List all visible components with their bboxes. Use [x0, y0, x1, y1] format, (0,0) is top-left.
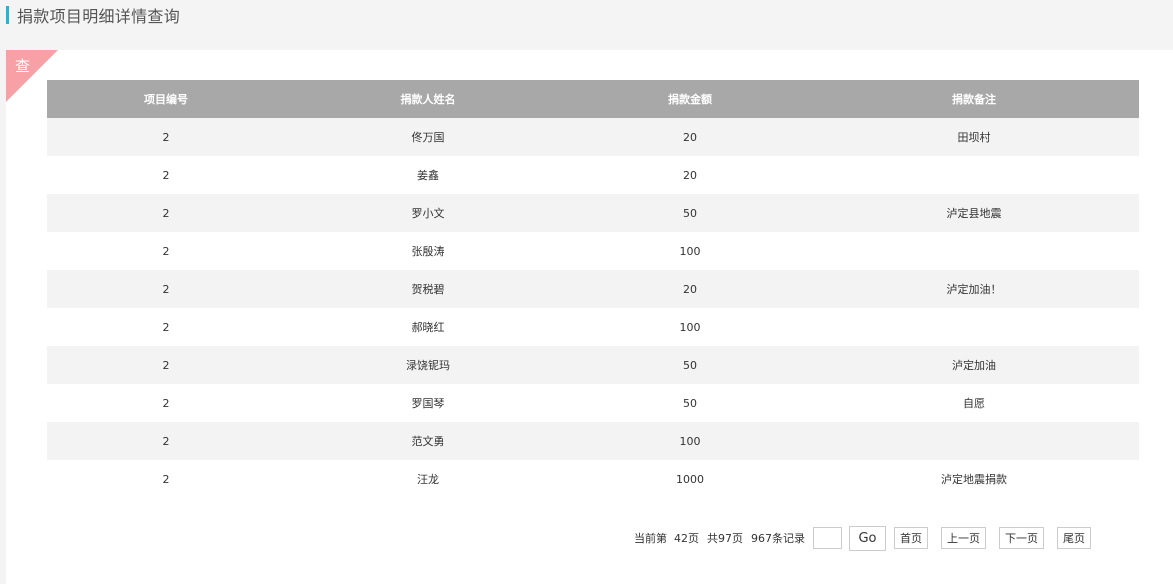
cell-amount: 100: [571, 422, 809, 460]
prev-page-button[interactable]: 上一页: [941, 527, 986, 549]
cell-note: 泸定地震捐款: [809, 460, 1139, 498]
cell-note: 泸定加油！: [809, 270, 1139, 308]
column-header-amount: 捐款金额: [571, 80, 809, 118]
cell-donor-name: 渌饶铌玛: [285, 346, 571, 384]
cell-donor-name: 罗小文: [285, 194, 571, 232]
page-number-input[interactable]: [813, 527, 842, 549]
cell-amount: 20: [571, 118, 809, 156]
cell-amount: 1000: [571, 460, 809, 498]
pagination: 当前第 42页 共97页 967条记录 Go 首页 上一页 下一页 尾页: [634, 525, 1104, 551]
cell-donor-name: 姜鑫: [285, 156, 571, 194]
table-row: 2 汪龙 1000 泸定地震捐款: [47, 460, 1139, 498]
cell-project-id: 2: [47, 308, 285, 346]
go-button[interactable]: Go: [849, 525, 886, 551]
cell-note: 泸定县地震: [809, 194, 1139, 232]
cell-donor-name: 范文勇: [285, 422, 571, 460]
cell-donor-name: 佟万国: [285, 118, 571, 156]
column-header-project-id: 项目编号: [47, 80, 285, 118]
donation-table: 项目编号 捐款人姓名 捐款金额 捐款备注 2 佟万国 20 田坝村 2 姜鑫 2…: [47, 80, 1139, 498]
table-row: 2 姜鑫 20: [47, 156, 1139, 194]
cell-note: [809, 156, 1139, 194]
cell-note: [809, 232, 1139, 270]
current-page-text: 当前第 42页: [634, 532, 699, 545]
cell-project-id: 2: [47, 422, 285, 460]
table-row: 2 渌饶铌玛 50 泸定加油: [47, 346, 1139, 384]
header-accent-bar: [6, 6, 9, 24]
cell-project-id: 2: [47, 270, 285, 308]
cell-amount: 50: [571, 194, 809, 232]
cell-project-id: 2: [47, 118, 285, 156]
cell-project-id: 2: [47, 194, 285, 232]
table-row: 2 罗国琴 50 自愿: [47, 384, 1139, 422]
cell-amount: 50: [571, 384, 809, 422]
cell-note: 自愿: [809, 384, 1139, 422]
cell-donor-name: 汪龙: [285, 460, 571, 498]
table-row: 2 贺税碧 20 泸定加油！: [47, 270, 1139, 308]
cell-note: 田坝村: [809, 118, 1139, 156]
cell-donor-name: 张殷涛: [285, 232, 571, 270]
cell-note: [809, 308, 1139, 346]
table-header-row: 项目编号 捐款人姓名 捐款金额 捐款备注: [47, 80, 1139, 118]
table-row: 2 张殷涛 100: [47, 232, 1139, 270]
cell-project-id: 2: [47, 384, 285, 422]
cell-amount: 50: [571, 346, 809, 384]
cell-donor-name: 贺税碧: [285, 270, 571, 308]
table-row: 2 范文勇 100: [47, 422, 1139, 460]
corner-ribbon-label: 查: [15, 57, 31, 75]
cell-project-id: 2: [47, 460, 285, 498]
total-pages-text: 共97页: [707, 532, 743, 545]
last-page-button[interactable]: 尾页: [1057, 527, 1091, 549]
cell-note: 泸定加油: [809, 346, 1139, 384]
column-header-donor-name: 捐款人姓名: [285, 80, 571, 118]
table-row: 2 郝晓红 100: [47, 308, 1139, 346]
cell-donor-name: 郝晓红: [285, 308, 571, 346]
cell-amount: 100: [571, 232, 809, 270]
cell-amount: 100: [571, 308, 809, 346]
cell-amount: 20: [571, 270, 809, 308]
content-panel: 查 项目编号 捐款人姓名 捐款金额 捐款备注 2 佟万国 20 田坝村 2 姜鑫…: [6, 50, 1173, 584]
cell-project-id: 2: [47, 232, 285, 270]
cell-project-id: 2: [47, 156, 285, 194]
cell-amount: 20: [571, 156, 809, 194]
page-title: 捐款项目明细详情查询: [17, 7, 181, 26]
cell-project-id: 2: [47, 346, 285, 384]
column-header-note: 捐款备注: [809, 80, 1139, 118]
cell-note: [809, 422, 1139, 460]
cell-donor-name: 罗国琴: [285, 384, 571, 422]
first-page-button[interactable]: 首页: [894, 527, 928, 549]
table-row: 2 佟万国 20 田坝村: [47, 118, 1139, 156]
total-records-text: 967条记录: [751, 532, 805, 545]
table-row: 2 罗小文 50 泸定县地震: [47, 194, 1139, 232]
page-header: 捐款项目明细详情查询: [6, 5, 181, 26]
next-page-button[interactable]: 下一页: [999, 527, 1044, 549]
